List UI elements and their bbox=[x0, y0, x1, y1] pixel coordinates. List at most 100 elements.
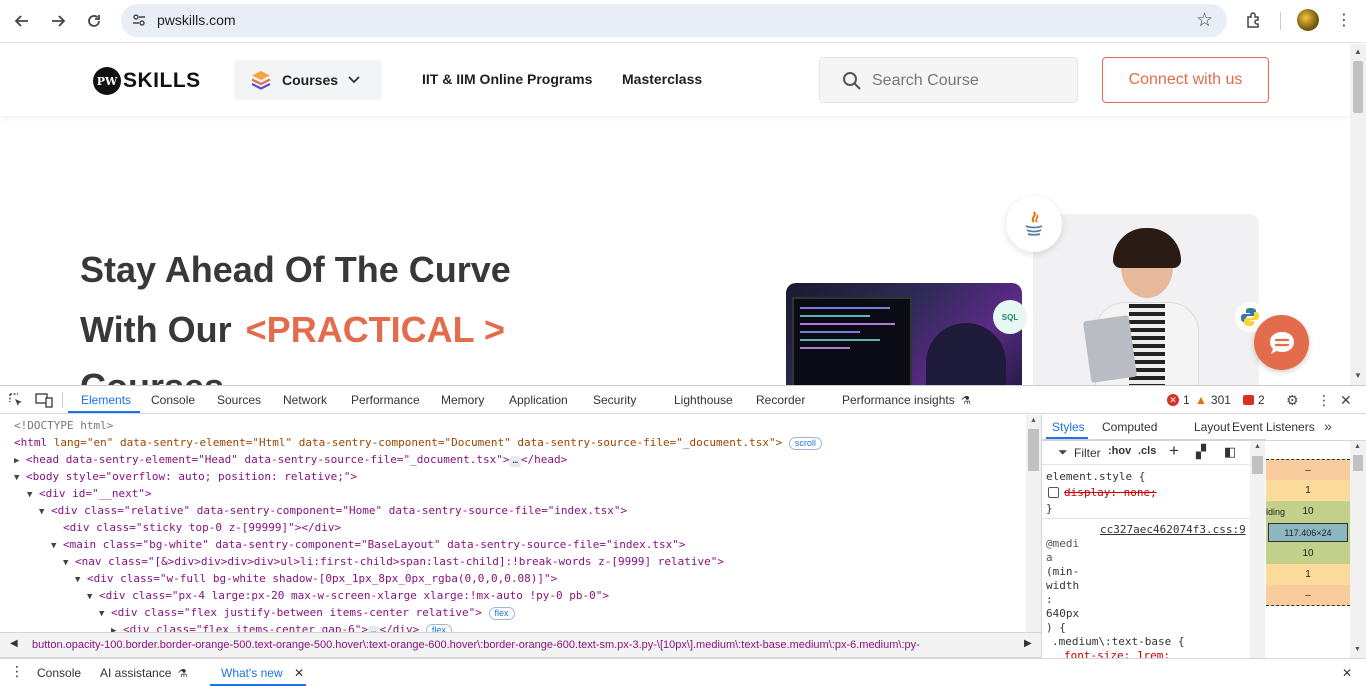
tab-console[interactable]: Console bbox=[151, 393, 195, 407]
dom-line-flex[interactable]: ▼ <div class="flex justify-between items-… bbox=[99, 604, 515, 621]
box-margin-top[interactable]: – bbox=[1266, 459, 1350, 480]
dom-tree-scrollbar[interactable]: ▲ bbox=[1026, 415, 1041, 632]
box-content-size[interactable]: 117.406×24 bbox=[1268, 523, 1348, 542]
scroll-badge[interactable]: scroll bbox=[788, 436, 822, 450]
scroll-up-arrow-icon[interactable]: ▲ bbox=[1354, 47, 1362, 56]
dom-line-wfull[interactable]: ▼ <div class="w-full bg-white shadow-[0px… bbox=[75, 570, 557, 587]
breadcrumb-right-arrow-icon[interactable]: ▶ bbox=[1024, 638, 1032, 649]
box-border-bottom[interactable]: 1 bbox=[1266, 564, 1350, 585]
scroll-down-arrow-icon[interactable]: ▼ bbox=[1354, 371, 1362, 380]
rule-selector[interactable]: .medium\:text-base { bbox=[1052, 635, 1184, 648]
tab-memory[interactable]: Memory bbox=[441, 393, 484, 407]
hover-state-toggle[interactable]: :hov bbox=[1108, 445, 1131, 457]
dom-line-relative[interactable]: ▼ <div class="relative" data-sentry-compo… bbox=[39, 502, 627, 519]
paint-brush-icon[interactable]: ▞ bbox=[1196, 444, 1206, 460]
drawer-tab-ai-assistance[interactable]: AI assistance ⚗ bbox=[100, 666, 188, 680]
inspect-element-icon[interactable] bbox=[8, 392, 24, 411]
collapsed-ellipsis[interactable]: … bbox=[509, 456, 521, 467]
tab-performance[interactable]: Performance bbox=[351, 393, 420, 407]
address-bar[interactable]: pwskills.com ☆ bbox=[121, 4, 1227, 37]
forward-icon[interactable] bbox=[45, 8, 71, 34]
coding-workspace-image bbox=[786, 283, 1022, 385]
tab-lighthouse[interactable]: Lighthouse bbox=[674, 393, 733, 407]
dom-line-next[interactable]: ▼ <div id="__next"> bbox=[27, 485, 152, 502]
error-count-value: 1 bbox=[1183, 393, 1190, 407]
css-source-link[interactable]: cc327aec462074f3.css:9 bbox=[1100, 523, 1246, 536]
tab-sources[interactable]: Sources bbox=[217, 393, 261, 407]
devtools-close-icon[interactable]: ✕ bbox=[1340, 392, 1352, 409]
tab-layout[interactable]: Layout bbox=[1194, 420, 1230, 434]
page-scrollbar[interactable]: ▲ ▼ bbox=[1350, 44, 1366, 385]
breadcrumb-left-arrow-icon[interactable]: ◀ bbox=[10, 638, 18, 649]
declaration-checkbox[interactable] bbox=[1048, 487, 1059, 498]
error-count[interactable]: ✕ 1 bbox=[1167, 393, 1190, 407]
box-padding-bottom[interactable]: 10 bbox=[1266, 543, 1350, 564]
dom-scroll-up-icon[interactable]: ▲ bbox=[1030, 417, 1037, 424]
dom-line-sticky[interactable]: <div class="sticky top-0 z-[99999]"></di… bbox=[63, 519, 341, 536]
extensions-icon[interactable] bbox=[1243, 9, 1265, 31]
tab-event-listeners[interactable]: Event Listeners bbox=[1232, 420, 1315, 434]
drawer-menu-icon[interactable]: ⋮ bbox=[10, 663, 24, 680]
devtools-more-icon[interactable]: ⋮ bbox=[1317, 392, 1331, 409]
disabled-declaration[interactable]: display: none; bbox=[1064, 486, 1157, 499]
dom-line-px4[interactable]: ▼ <div class="px-4 large:px-20 max-w-scre… bbox=[87, 587, 609, 604]
devtools-settings-gear-icon[interactable]: ⚙ bbox=[1286, 392, 1299, 409]
styles-filter-input[interactable]: Filter bbox=[1074, 446, 1101, 460]
styles-scrollbar[interactable]: ▲ bbox=[1250, 441, 1265, 658]
search-course-input[interactable] bbox=[872, 70, 1062, 92]
dom-scroll-thumb[interactable] bbox=[1028, 429, 1039, 471]
courses-dropdown-button[interactable]: Courses bbox=[234, 60, 382, 100]
dom-line-nav[interactable]: ▼ <nav class="[&>div>div>div>div>ul>li:fi… bbox=[63, 553, 724, 570]
nav-link-iit-iim[interactable]: IIT & IIM Online Programs bbox=[422, 71, 592, 87]
breadcrumb-selector[interactable]: button.opacity-100.border.border-orange-… bbox=[32, 639, 1012, 651]
page-scrollbar-thumb[interactable] bbox=[1353, 61, 1363, 113]
tab-network[interactable]: Network bbox=[283, 393, 327, 407]
bookmark-star-icon[interactable]: ☆ bbox=[1196, 9, 1213, 32]
chat-support-button[interactable] bbox=[1254, 315, 1309, 370]
box-margin-bottom[interactable]: – bbox=[1266, 585, 1350, 606]
dom-line-html[interactable]: <html lang="en" data-sentry-element="Htm… bbox=[14, 434, 822, 451]
close-tab-icon[interactable]: ✕ bbox=[294, 666, 304, 680]
reload-icon[interactable] bbox=[81, 8, 107, 34]
rule-declaration[interactable]: font-size: 1rem; bbox=[1064, 649, 1170, 658]
tab-computed[interactable]: Computed bbox=[1102, 420, 1157, 434]
flex-badge-2[interactable]: flex bbox=[425, 623, 452, 632]
java-icon bbox=[1006, 196, 1062, 252]
filter-icon: ⏷ bbox=[1058, 445, 1068, 459]
nav-link-masterclass[interactable]: Masterclass bbox=[622, 71, 702, 87]
dom-line-main[interactable]: ▼ <main class="bg-white" data-sentry-comp… bbox=[51, 536, 686, 553]
more-tabs-chevron-icon[interactable]: » bbox=[1324, 418, 1332, 434]
drawer-tab-console[interactable]: Console bbox=[37, 666, 81, 680]
profile-avatar[interactable] bbox=[1297, 9, 1319, 31]
browser-menu-icon[interactable]: ⋮ bbox=[1333, 9, 1355, 31]
tab-styles[interactable]: Styles bbox=[1052, 420, 1085, 434]
flex-badge[interactable]: flex bbox=[488, 606, 515, 620]
site-settings-icon[interactable] bbox=[131, 12, 147, 28]
connect-with-us-button[interactable]: Connect with us bbox=[1102, 57, 1269, 103]
dom-line-doctype[interactable]: <!DOCTYPE html> bbox=[14, 417, 113, 434]
dom-line-items-center[interactable]: ▶ <div class="flex items-center gap-6">… <… bbox=[111, 621, 452, 632]
new-style-rule-icon[interactable]: + bbox=[1169, 441, 1179, 461]
tab-security[interactable]: Security bbox=[593, 393, 636, 407]
pw-skills-logo[interactable]: PW SKILLS bbox=[93, 65, 201, 97]
drawer-close-icon[interactable]: ✕ bbox=[1342, 666, 1352, 680]
box-model-scrollbar[interactable]: ▲ ▼ bbox=[1350, 441, 1366, 658]
tab-performance-insights[interactable]: Performance insights ⚗ bbox=[842, 393, 971, 407]
dom-line-body[interactable]: ▼ <body style="overflow: auto; position: … bbox=[14, 468, 357, 485]
device-toolbar-icon[interactable] bbox=[35, 392, 53, 411]
toggle-sidebar-icon[interactable]: ◧ bbox=[1224, 444, 1236, 460]
tab-recorder[interactable]: Recorder bbox=[756, 393, 805, 407]
drawer-tab-whats-new[interactable]: What's new ✕ bbox=[221, 666, 304, 680]
tab-application[interactable]: Application bbox=[509, 393, 568, 407]
warning-count[interactable]: ▲ 301 bbox=[1195, 393, 1231, 407]
element-style-selector[interactable]: element.style { bbox=[1046, 470, 1145, 483]
tab-elements[interactable]: Elements bbox=[81, 393, 131, 407]
back-icon[interactable] bbox=[9, 8, 35, 34]
url-text[interactable]: pwskills.com bbox=[157, 12, 236, 28]
class-toggle[interactable]: .cls bbox=[1138, 445, 1156, 457]
box-padding-top[interactable]: lding 10 bbox=[1266, 501, 1350, 522]
box-border-top[interactable]: 1 bbox=[1266, 480, 1350, 501]
issues-count[interactable]: 2 bbox=[1243, 393, 1265, 407]
search-course-box[interactable] bbox=[819, 57, 1078, 103]
dom-line-head[interactable]: ▶ <head data-sentry-element="Head" data-s… bbox=[14, 451, 567, 468]
